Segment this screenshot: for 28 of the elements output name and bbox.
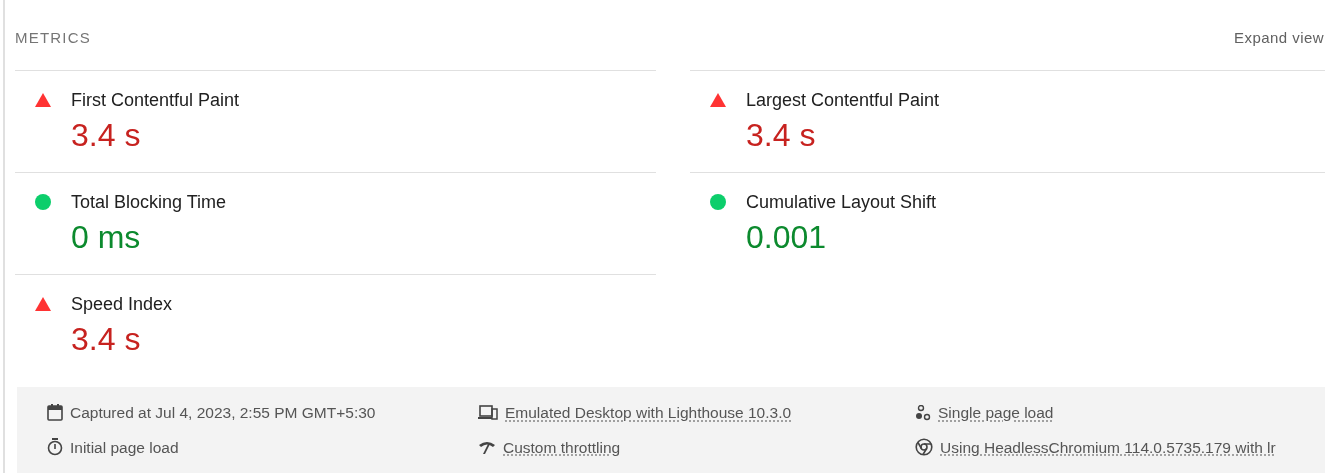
warning-triangle-icon — [35, 297, 51, 311]
metric-label: Speed Index — [71, 293, 173, 315]
chrome-icon — [915, 438, 933, 457]
info-link[interactable]: Single page load — [938, 401, 1054, 425]
warning-triangle-icon — [710, 93, 726, 107]
pass-dot-icon — [35, 194, 51, 210]
metric-label: Total Blocking Time — [71, 191, 227, 213]
stopwatch-icon — [47, 438, 63, 457]
warning-triangle-icon — [35, 93, 51, 107]
nodes-icon — [915, 404, 931, 421]
metric-value: 0.001 — [746, 218, 828, 257]
info-link[interactable]: Custom throttling — [503, 435, 621, 459]
section-title: METRICS — [15, 27, 91, 48]
metric-label: First Contentful Paint — [71, 89, 240, 111]
expand-view-button[interactable]: Expand view — [1234, 26, 1324, 50]
calendar-icon — [47, 404, 63, 422]
metric-value: 3.4 s — [71, 320, 142, 359]
info-link[interactable]: Emulated Desktop with Lighthouse 10.3.0 — [505, 401, 792, 425]
metric-value: 0 ms — [71, 218, 142, 257]
pass-dot-icon — [710, 194, 726, 210]
metric-label: Cumulative Layout Shift — [746, 191, 937, 213]
metric-label: Largest Contentful Paint — [746, 89, 940, 111]
metric-value: 3.4 s — [746, 116, 817, 155]
laptop-icon — [478, 405, 498, 421]
info-link[interactable]: Using HeadlessChromium 114.0.5735.179 with lr — [940, 435, 1276, 459]
metric-value: 3.4 s — [71, 116, 142, 155]
info-text: Initial page load — [70, 437, 179, 458]
info-text: Captured at Jul 4, 2023, 2:55 PM GMT+5:30 — [70, 403, 376, 424]
